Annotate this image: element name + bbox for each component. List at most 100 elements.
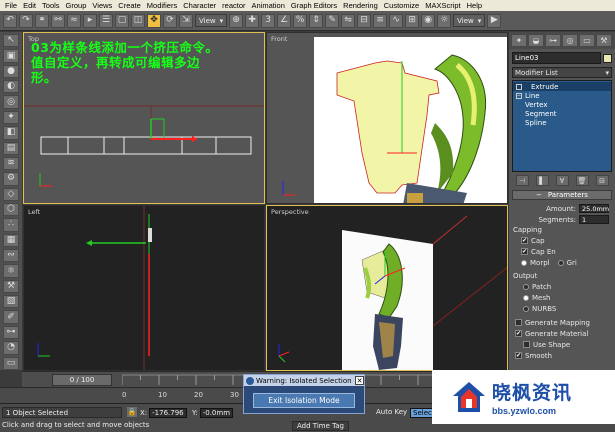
y-value-field[interactable]: -0.0mm	[199, 408, 234, 418]
configure-sets-icon[interactable]: ⊟	[595, 175, 609, 186]
gen-mapping-row[interactable]: Generate Mapping	[509, 317, 615, 328]
object-name-field[interactable]: Line03	[512, 52, 601, 64]
system-icon[interactable]: ⚙	[3, 172, 19, 186]
reference-coord-dropdown[interactable]: View ▾	[195, 14, 228, 27]
modifier-list-dropdown[interactable]: Modifier List ▾	[512, 67, 612, 78]
spacewarp-icon[interactable]: ≋	[3, 156, 19, 171]
exit-isolation-button[interactable]: Exit Isolation Mode	[253, 393, 355, 408]
cap-start-row[interactable]: ✔ Cap	[509, 235, 615, 246]
selected-dropdown[interactable]: Selec	[408, 408, 435, 418]
add-time-tag-button[interactable]: Add Time Tag	[292, 421, 349, 431]
expand-icon[interactable]: −	[516, 92, 522, 99]
schematic-icon[interactable]: ⊞	[405, 13, 420, 28]
redo-icon[interactable]: ↷	[19, 13, 33, 28]
mesh-row[interactable]: Mesh	[509, 292, 615, 303]
torus-icon[interactable]: ◎	[3, 95, 19, 109]
menu-graph-editors[interactable]: Graph Editors	[288, 1, 340, 10]
motion-tab-icon[interactable]: ◎	[562, 34, 578, 47]
scale-icon[interactable]: ⇲	[179, 13, 193, 28]
nurbs-row[interactable]: NURBS	[509, 303, 615, 314]
stack-item-spline[interactable]: Spline	[513, 118, 611, 127]
create-tab-icon[interactable]: ✦	[511, 34, 527, 47]
patch-radio[interactable]	[523, 283, 529, 290]
bind-space-warp-icon[interactable]: ≈	[67, 13, 81, 28]
nurbs-icon[interactable]: ∾	[3, 249, 19, 263]
camera-icon[interactable]: ◧	[3, 126, 19, 140]
menu-reactor[interactable]: reactor	[219, 1, 248, 10]
unwrap-icon[interactable]: ▧	[3, 295, 19, 309]
window-crossing-icon[interactable]: ◫	[131, 13, 145, 28]
gen-material-checkbox[interactable]: ✔	[515, 330, 522, 337]
select-by-name-icon[interactable]: ☰	[99, 13, 113, 28]
modifier-icon[interactable]: ⚒	[3, 279, 19, 294]
object-color-swatch[interactable]	[603, 53, 612, 63]
front-viewport-label[interactable]: Front	[271, 35, 287, 43]
undo-icon[interactable]: ↶	[3, 13, 17, 28]
snap-icon[interactable]: 3	[261, 13, 276, 28]
menu-help[interactable]: Help	[464, 1, 485, 10]
remove-modifier-icon[interactable]: 🗑	[575, 175, 589, 186]
stack-item-segment[interactable]: Segment	[513, 109, 611, 118]
cap-end-row[interactable]: ✔ Cap En	[509, 246, 615, 257]
compound-icon[interactable]: ⬡	[3, 202, 19, 217]
mesh-radio[interactable]	[523, 294, 529, 301]
close-icon[interactable]: ✕	[355, 376, 364, 385]
menu-tools[interactable]: Tools	[39, 1, 63, 10]
cap-end-checkbox[interactable]: ✔	[521, 248, 528, 255]
link-icon[interactable]: ⚭	[35, 13, 49, 28]
menu-animation[interactable]: Animation	[249, 1, 288, 10]
unlink-icon[interactable]: ⚯	[51, 13, 65, 28]
make-unique-icon[interactable]: ∀	[555, 175, 569, 186]
layer-icon[interactable]: ≡	[373, 13, 388, 28]
cylinder-icon[interactable]: ◐	[3, 80, 19, 94]
menu-customize[interactable]: Customize	[381, 1, 422, 10]
menu-maxscript[interactable]: MAXScript	[422, 1, 463, 10]
menu-modifiers[interactable]: Modifiers	[144, 1, 180, 10]
rect-select-icon[interactable]: ▢	[115, 13, 129, 28]
angle-snap-icon[interactable]: ∠	[277, 13, 292, 28]
hierarchy-icon[interactable]: ⊶	[3, 325, 19, 340]
render-setup-icon[interactable]: ☼	[437, 13, 452, 28]
helper-icon[interactable]: ▤	[3, 141, 19, 155]
nurbs-radio[interactable]	[523, 305, 529, 312]
named-selection-icon[interactable]: ✎	[325, 13, 340, 28]
box-icon[interactable]: ▣	[3, 49, 19, 63]
show-end-result-icon[interactable]: ▌	[535, 175, 549, 186]
utilities-tab-icon[interactable]: ⚒	[596, 34, 612, 47]
pivot-icon[interactable]: ⊕	[229, 13, 244, 28]
stack-item-vertex[interactable]: Vertex	[513, 100, 611, 109]
stack-item-extrude[interactable]: Extrude	[513, 82, 611, 91]
spinner-snap-icon[interactable]: ⇕	[309, 13, 324, 28]
manipulate-icon[interactable]: ✚	[245, 13, 260, 28]
use-shape-checkbox[interactable]	[523, 341, 530, 348]
segments-spinner[interactable]: 1	[579, 215, 609, 224]
gen-mapping-checkbox[interactable]	[515, 319, 522, 326]
display-icon[interactable]: ▭	[3, 356, 19, 370]
menu-views[interactable]: Views	[89, 1, 115, 10]
particle-icon[interactable]: ∴	[3, 218, 19, 232]
modify-tab-icon[interactable]: ◒	[528, 34, 544, 47]
smooth-checkbox[interactable]: ✔	[515, 352, 522, 359]
front-viewport[interactable]: Front	[266, 32, 508, 204]
auto-key-button[interactable]: Auto Key	[376, 408, 407, 416]
select-icon[interactable]: ▸	[83, 13, 97, 28]
motion-icon[interactable]: ◔	[3, 341, 19, 355]
patch-row[interactable]: Patch	[509, 281, 615, 292]
percent-snap-icon[interactable]: %	[293, 13, 308, 28]
left-viewport-label[interactable]: Left	[28, 208, 40, 216]
quick-render-icon[interactable]: ▶	[487, 13, 502, 28]
bulb-icon[interactable]	[516, 83, 522, 90]
morph-radio[interactable]	[521, 259, 527, 266]
arrow-icon[interactable]: ↖	[3, 34, 19, 48]
use-shape-row[interactable]: Use Shape	[509, 339, 615, 350]
menu-group[interactable]: Group	[63, 1, 90, 10]
material-editor-icon[interactable]: ◉	[421, 13, 436, 28]
dynamics-icon[interactable]: ⚛	[3, 264, 19, 278]
paint-icon[interactable]: ✐	[3, 310, 19, 324]
curve-editor-icon[interactable]: ∿	[389, 13, 404, 28]
x-value-field[interactable]: -176.796	[149, 408, 187, 418]
amount-spinner[interactable]: 25.0mm	[579, 204, 609, 213]
pin-stack-icon[interactable]: ⊣	[515, 175, 529, 186]
render-type-dropdown[interactable]: View ▾	[453, 14, 486, 27]
light-icon[interactable]: ✦	[3, 110, 19, 125]
